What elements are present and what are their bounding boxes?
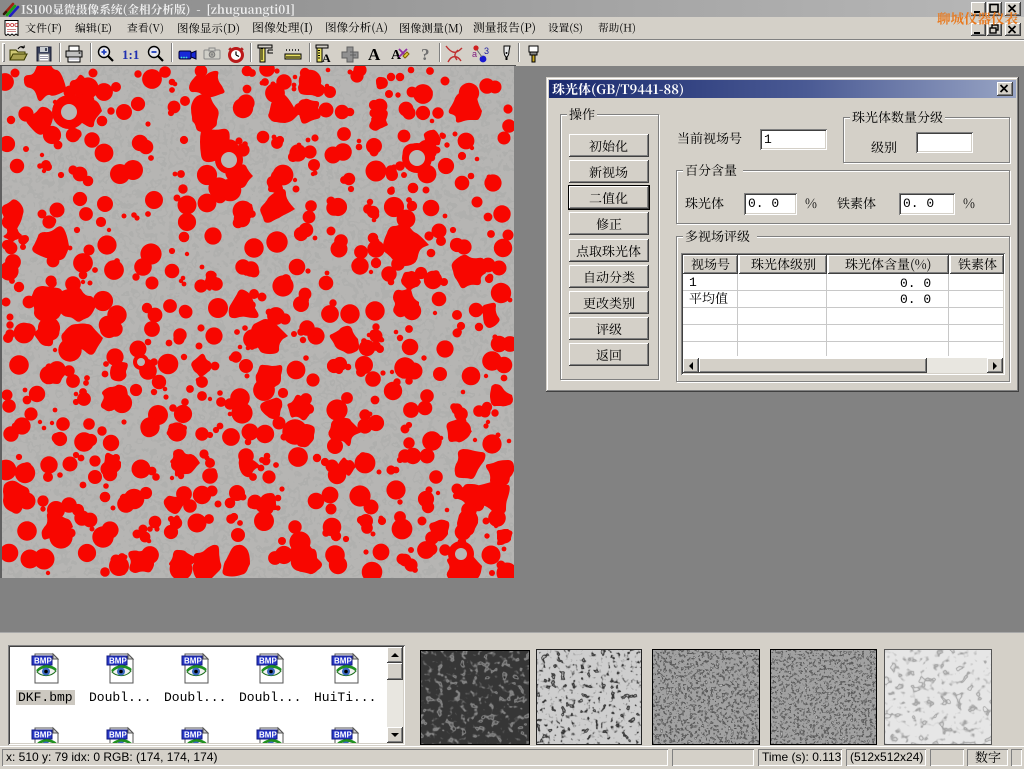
svg-text:a: a bbox=[472, 49, 477, 59]
svg-text:BMP: BMP bbox=[259, 731, 277, 740]
svg-text:BMP: BMP bbox=[34, 657, 52, 666]
svg-text:BMP: BMP bbox=[334, 657, 352, 666]
svg-text:DOC: DOC bbox=[6, 23, 18, 29]
svg-text:1:1: 1:1 bbox=[122, 47, 139, 62]
svg-text:BMP: BMP bbox=[334, 731, 352, 740]
svg-text:BMP: BMP bbox=[259, 657, 277, 666]
svg-text:BMP: BMP bbox=[109, 731, 127, 740]
svg-text:BMP: BMP bbox=[184, 657, 202, 666]
svg-text:?: ? bbox=[421, 45, 430, 64]
svg-text:3: 3 bbox=[484, 46, 489, 56]
svg-text:BMP: BMP bbox=[109, 657, 127, 666]
svg-text:BMP: BMP bbox=[184, 731, 202, 740]
svg-text:BMP: BMP bbox=[34, 731, 52, 740]
svg-text:A: A bbox=[322, 51, 331, 64]
svg-text:A: A bbox=[368, 45, 381, 64]
